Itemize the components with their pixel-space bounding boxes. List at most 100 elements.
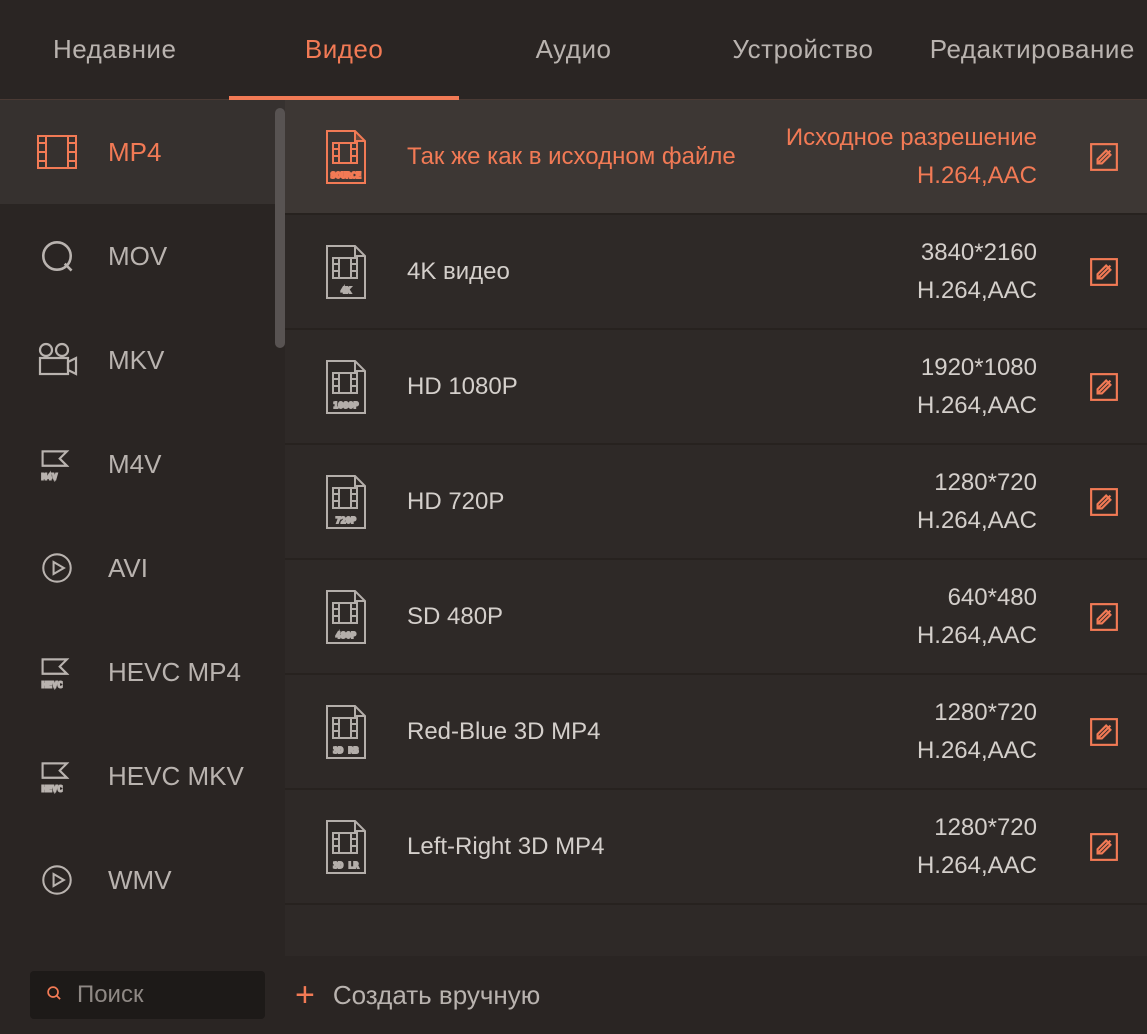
sidebar-item-label: MP4	[108, 137, 161, 168]
create-manual-button[interactable]: + Создать вручную	[295, 978, 540, 1012]
svg-text:4K: 4K	[341, 286, 351, 295]
preset-resolution: 3840*2160	[917, 239, 1037, 267]
avi-format-icon	[36, 550, 78, 586]
edit-preset-button[interactable]	[1089, 142, 1119, 172]
main-body: MP4 MOV MKV M4V M4V AVI HEVC HEVC MP4	[0, 100, 1147, 956]
preset-source[interactable]: SOURCE Так же как в исходном файле Исход…	[285, 100, 1147, 215]
preset-file-icon: SOURCE	[321, 129, 371, 185]
preset-list: SOURCE Так же как в исходном файле Исход…	[285, 100, 1147, 956]
preset-title: HD 720P	[399, 488, 889, 516]
preset-codec: H.264,AAC	[786, 162, 1037, 190]
preset-file-icon: 3D RB	[321, 704, 371, 760]
edit-preset-button[interactable]	[1089, 372, 1119, 402]
search-box[interactable]	[30, 971, 265, 1019]
sidebar-item-wmv[interactable]: WMV	[0, 828, 285, 932]
preset-meta: 1280*720 H.264,AAC	[917, 469, 1037, 535]
tab-video[interactable]: Видео	[229, 0, 458, 99]
sidebar-item-mkv[interactable]: MKV	[0, 308, 285, 412]
svg-text:HEVC: HEVC	[42, 783, 63, 793]
preset-resolution: 1280*720	[917, 814, 1037, 842]
sidebar-item-label: WMV	[108, 865, 172, 896]
sidebar-item-label: M4V	[108, 449, 161, 480]
preset-file-icon: 4K	[321, 244, 371, 300]
sidebar-item-hevcmkv[interactable]: HEVC HEVC MKV	[0, 724, 285, 828]
tab-device[interactable]: Устройство	[688, 0, 917, 99]
tab-editing[interactable]: Редактирование	[918, 0, 1147, 99]
preset-title: Red-Blue 3D MP4	[399, 718, 889, 746]
edit-preset-button[interactable]	[1089, 487, 1119, 517]
preset-title: HD 1080P	[399, 373, 889, 401]
create-manual-label: Создать вручную	[333, 980, 540, 1011]
footer-bar: + Создать вручную	[0, 956, 1147, 1034]
preset-file-icon: 3D LR	[321, 819, 371, 875]
preset-codec: H.264,AAC	[917, 737, 1037, 765]
svg-text:3D RB: 3D RB	[333, 746, 359, 755]
sidebar-item-mov[interactable]: MOV	[0, 204, 285, 308]
preset-4k[interactable]: 4K 4K видео 3840*2160 H.264,AAC	[285, 215, 1147, 330]
preset-resolution: 1280*720	[917, 469, 1037, 497]
preset-3drb[interactable]: 3D RB Red-Blue 3D MP4 1280*720 H.264,AAC	[285, 675, 1147, 790]
preset-codec: H.264,AAC	[917, 392, 1037, 420]
edit-preset-button[interactable]	[1089, 832, 1119, 862]
preset-resolution: 640*480	[917, 584, 1037, 612]
preset-file-icon: 1080P	[321, 359, 371, 415]
preset-1080p[interactable]: 1080P HD 1080P 1920*1080 H.264,AAC	[285, 330, 1147, 445]
svg-text:SOURCE: SOURCE	[331, 171, 362, 180]
preset-resolution: 1280*720	[917, 699, 1037, 727]
sidebar-item-label: HEVC MP4	[108, 657, 241, 688]
preset-title: SD 480P	[399, 603, 889, 631]
search-input[interactable]	[77, 981, 249, 1009]
sidebar-item-avi[interactable]: AVI	[0, 516, 285, 620]
preset-file-icon: 720P	[321, 474, 371, 530]
preset-meta: 3840*2160 H.264,AAC	[917, 239, 1037, 305]
sidebar-item-mp4[interactable]: MP4	[0, 100, 285, 204]
hevcmp4-format-icon: HEVC	[36, 654, 78, 690]
tab-recent[interactable]: Недавние	[0, 0, 229, 99]
sidebar-scrollbar[interactable]	[275, 108, 285, 348]
search-icon	[46, 985, 63, 1005]
svg-text:M4V: M4V	[42, 471, 58, 481]
edit-preset-button[interactable]	[1089, 602, 1119, 632]
svg-text:3D LR: 3D LR	[333, 861, 359, 870]
mp4-format-icon	[36, 134, 78, 170]
hevcmkv-format-icon: HEVC	[36, 758, 78, 794]
preset-title: Left-Right 3D MP4	[399, 833, 889, 861]
format-sidebar: MP4 MOV MKV M4V M4V AVI HEVC HEVC MP4	[0, 100, 285, 956]
presets-panel: SOURCE Так же как в исходном файле Исход…	[285, 100, 1147, 956]
svg-text:480P: 480P	[336, 631, 356, 640]
tab-audio[interactable]: Аудио	[459, 0, 688, 99]
top-tabs: НедавниеВидеоАудиоУстройствоРедактирован…	[0, 0, 1147, 100]
preset-resolution: 1920*1080	[917, 354, 1037, 382]
preset-meta: 640*480 H.264,AAC	[917, 584, 1037, 650]
preset-resolution: Исходное разрешение	[786, 124, 1037, 152]
sidebar-item-label: MKV	[108, 345, 164, 376]
sidebar-item-label: HEVC MKV	[108, 761, 244, 792]
preset-480p[interactable]: 480P SD 480P 640*480 H.264,AAC	[285, 560, 1147, 675]
preset-file-icon: 480P	[321, 589, 371, 645]
m4v-format-icon: M4V	[36, 446, 78, 482]
sidebar-item-hevcmp4[interactable]: HEVC HEVC MP4	[0, 620, 285, 724]
svg-text:1080P: 1080P	[333, 401, 359, 410]
preset-meta: Исходное разрешение H.264,AAC	[786, 124, 1037, 190]
preset-codec: H.264,AAC	[917, 507, 1037, 535]
format-list: MP4 MOV MKV M4V M4V AVI HEVC HEVC MP4	[0, 100, 285, 932]
preset-720p[interactable]: 720P HD 720P 1280*720 H.264,AAC	[285, 445, 1147, 560]
preset-title: Так же как в исходном файле	[399, 143, 758, 171]
preset-3dlr[interactable]: 3D LR Left-Right 3D MP4 1280*720 H.264,A…	[285, 790, 1147, 905]
svg-text:720P: 720P	[336, 516, 356, 525]
edit-preset-button[interactable]	[1089, 717, 1119, 747]
preset-title: 4K видео	[399, 258, 889, 286]
sidebar-item-label: MOV	[108, 241, 167, 272]
preset-meta: 1920*1080 H.264,AAC	[917, 354, 1037, 420]
preset-meta: 1280*720 H.264,AAC	[917, 699, 1037, 765]
sidebar-item-label: AVI	[108, 553, 148, 584]
svg-text:HEVC: HEVC	[42, 679, 63, 689]
edit-preset-button[interactable]	[1089, 257, 1119, 287]
mkv-format-icon	[36, 342, 78, 378]
wmv-format-icon	[36, 862, 78, 898]
mov-format-icon	[36, 238, 78, 274]
sidebar-item-m4v[interactable]: M4V M4V	[0, 412, 285, 516]
plus-icon: +	[295, 978, 315, 1012]
preset-codec: H.264,AAC	[917, 622, 1037, 650]
preset-meta: 1280*720 H.264,AAC	[917, 814, 1037, 880]
